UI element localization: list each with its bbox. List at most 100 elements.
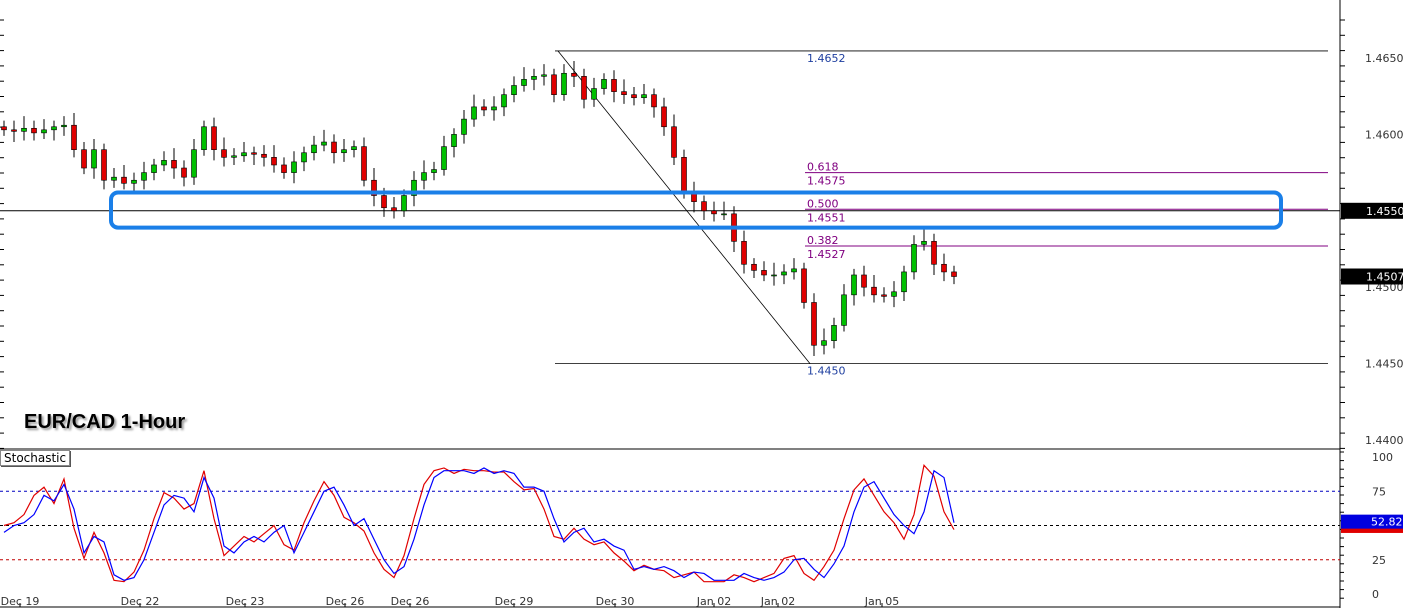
candle-bullish	[501, 94, 507, 108]
candle-bullish	[431, 169, 437, 173]
candle-bullish	[231, 155, 237, 158]
candle-bullish	[491, 106, 497, 111]
candle-bullish	[201, 126, 207, 150]
candle-bullish	[471, 106, 477, 120]
eurcad-chart: 1.46501.46001.45001.44501.44001.45501.46…	[0, 0, 1403, 608]
candle-bullish	[141, 172, 147, 181]
candle-bearish	[31, 127, 37, 134]
candle-bullish	[911, 244, 917, 273]
candle-bearish	[881, 294, 887, 297]
candle-bullish	[451, 134, 457, 147]
price-tick-label: 1.4400	[1365, 434, 1403, 447]
candle-bullish	[531, 76, 537, 80]
stoch-tick-label: 75	[1372, 485, 1386, 498]
x-tick-label: Dec 26	[326, 595, 365, 608]
candle-bullish	[111, 176, 117, 181]
candle-bullish	[791, 268, 797, 273]
candle-bullish	[841, 294, 847, 326]
candle-bullish	[851, 274, 857, 296]
x-tick-label: Jan 02	[696, 595, 731, 608]
candle-bullish	[781, 271, 787, 276]
candle-bearish	[1, 126, 7, 131]
candle-bearish	[11, 129, 17, 132]
candle-bullish	[441, 146, 447, 170]
candle-bullish	[151, 164, 157, 173]
candle-bearish	[101, 149, 107, 181]
fib-ratio-label: 0.500	[807, 197, 839, 210]
candle-bearish	[661, 106, 667, 128]
candle-bearish	[651, 94, 657, 108]
candle-bearish	[181, 167, 187, 178]
x-tick-label: Dec 22	[121, 595, 160, 608]
x-tick-label: Jan 02	[760, 595, 795, 608]
candle-bearish	[701, 201, 707, 212]
stoch-tick-label: 25	[1372, 554, 1386, 567]
x-tick-label: Dec 29	[495, 595, 534, 608]
stoch-main-value: 52.82	[1371, 516, 1403, 529]
stoch-tick-label: 100	[1372, 451, 1393, 464]
candle-bearish	[571, 72, 577, 77]
candle-bearish	[381, 195, 387, 209]
candle-bearish	[931, 241, 937, 265]
stochastic-label: Stochastic	[0, 450, 71, 466]
candle-bearish	[551, 74, 557, 95]
price-tick-label: 1.4450	[1365, 358, 1403, 371]
candle-bullish	[901, 271, 907, 293]
candle-bearish	[71, 124, 77, 150]
candle-bullish	[291, 161, 297, 173]
candle-bullish	[131, 179, 137, 184]
candle-bearish	[251, 152, 257, 155]
candle-bullish	[541, 74, 547, 77]
candle-bullish	[591, 88, 597, 100]
x-tick-label: Dec 26	[391, 595, 430, 608]
candle-bearish	[861, 274, 867, 288]
fib-price-label: 1.4575	[807, 175, 846, 188]
candle-bearish	[611, 79, 617, 92]
candle-bearish	[171, 160, 177, 169]
candle-bearish	[211, 126, 217, 150]
candle-bullish	[401, 195, 407, 212]
candle-bullish	[91, 149, 97, 169]
candle-bearish	[631, 94, 637, 99]
candle-bearish	[741, 241, 747, 265]
x-tick-label: Dec 19	[1, 595, 40, 608]
stoch-signal-line	[3, 463, 955, 583]
candle-bearish	[391, 207, 397, 212]
candle-bearish	[951, 271, 957, 277]
candle-bullish	[821, 340, 827, 346]
candle-bullish	[351, 146, 357, 150]
candle-bullish	[721, 213, 727, 216]
candle-bearish	[941, 263, 947, 273]
price-tick-label: 1.4600	[1365, 128, 1403, 141]
candle-bearish	[751, 263, 757, 271]
candle-bearish	[331, 141, 337, 154]
candle-bullish	[191, 149, 197, 178]
candle-bullish	[601, 79, 607, 89]
candle-bullish	[641, 94, 647, 99]
candle-bullish	[921, 241, 927, 245]
candle-bearish	[801, 268, 807, 303]
current-price-label: 1.4507	[1366, 271, 1403, 284]
candle-bearish	[81, 149, 87, 169]
candle-bullish	[51, 126, 57, 131]
chart-title: EUR/CAD 1-Hour	[24, 411, 186, 433]
candle-bullish	[511, 85, 517, 95]
stoch-tick-label: 0	[1372, 588, 1379, 601]
price-tick-label: 1.4650	[1365, 52, 1403, 65]
candle-bullish	[241, 152, 247, 157]
stoch-signal-value: 47.48	[1371, 533, 1388, 540]
candle-bullish	[61, 124, 67, 128]
candle-bearish	[581, 76, 587, 100]
x-tick-label: Dec 23	[226, 595, 265, 608]
fib-ratio-label: 0.382	[807, 234, 839, 247]
candle-bearish	[361, 146, 367, 181]
candle-bullish	[831, 325, 837, 341]
candle-bearish	[221, 149, 227, 158]
candle-bearish	[711, 210, 717, 215]
candle-bullish	[521, 79, 527, 86]
fib-price-label: 1.4551	[807, 211, 846, 224]
fib-high-label: 1.4652	[807, 52, 846, 65]
candle-bullish	[301, 152, 307, 163]
candle-bullish	[161, 160, 167, 166]
candle-bullish	[321, 141, 327, 146]
